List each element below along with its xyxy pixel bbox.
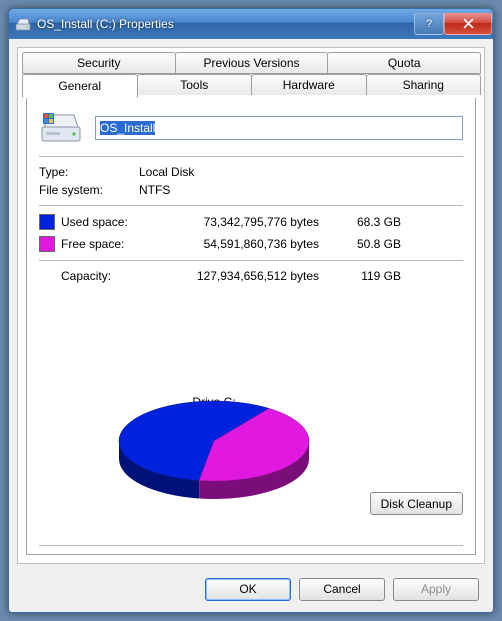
separator xyxy=(39,260,463,261)
free-swatch-icon xyxy=(39,236,55,252)
disk-cleanup-button[interactable]: Disk Cleanup xyxy=(370,492,463,515)
capacity-label: Capacity: xyxy=(61,269,171,283)
used-swatch-icon xyxy=(39,214,55,230)
capacity-bytes: 127,934,656,512 bytes xyxy=(171,269,341,283)
close-button[interactable] xyxy=(444,13,492,35)
used-space-label: Used space: xyxy=(61,215,171,229)
filesystem-label: File system: xyxy=(39,183,139,197)
cancel-button[interactable]: Cancel xyxy=(299,578,385,601)
free-space-label: Free space: xyxy=(61,237,171,251)
free-space-bytes: 54,591,860,736 bytes xyxy=(171,237,341,251)
tab-general[interactable]: General xyxy=(22,74,138,98)
client-area: Security Previous Versions Quota General… xyxy=(17,47,485,564)
tab-previous-versions[interactable]: Previous Versions xyxy=(175,52,329,74)
filesystem-value: NTFS xyxy=(139,183,463,197)
capacity-gb: 119 GB xyxy=(341,269,401,283)
tab-quota[interactable]: Quota xyxy=(327,52,481,74)
separator xyxy=(39,156,463,157)
type-label: Type: xyxy=(39,165,139,179)
titlebar: OS_Install (C:) Properties ? xyxy=(9,9,493,39)
drive-icon xyxy=(15,16,31,32)
tab-panel-general: Type: Local Disk File system: NTFS Used … xyxy=(26,98,476,555)
properties-dialog: OS_Install (C:) Properties ? Security Pr… xyxy=(8,8,494,613)
apply-button[interactable]: Apply xyxy=(393,578,479,601)
free-space-gb: 50.8 GB xyxy=(341,237,401,251)
tab-tools[interactable]: Tools xyxy=(137,74,253,95)
window-title: OS_Install (C:) Properties xyxy=(37,17,414,31)
separator xyxy=(39,545,463,546)
tab-security[interactable]: Security xyxy=(22,52,176,74)
separator xyxy=(39,205,463,206)
dialog-button-bar: OK Cancel Apply xyxy=(9,566,493,612)
tab-sharing[interactable]: Sharing xyxy=(366,74,482,95)
tab-strip: Security Previous Versions Quota General… xyxy=(18,48,484,98)
drive-name-input[interactable] xyxy=(95,116,463,140)
drive-large-icon xyxy=(39,110,83,146)
used-space-gb: 68.3 GB xyxy=(341,215,401,229)
tab-hardware[interactable]: Hardware xyxy=(251,74,367,95)
type-value: Local Disk xyxy=(139,165,463,179)
help-button[interactable]: ? xyxy=(414,13,444,35)
ok-button[interactable]: OK xyxy=(205,578,291,601)
used-space-bytes: 73,342,795,776 bytes xyxy=(171,215,341,229)
pie-chart xyxy=(99,395,329,513)
compress-label[interactable]: Compress this drive to save disk space xyxy=(59,554,463,555)
